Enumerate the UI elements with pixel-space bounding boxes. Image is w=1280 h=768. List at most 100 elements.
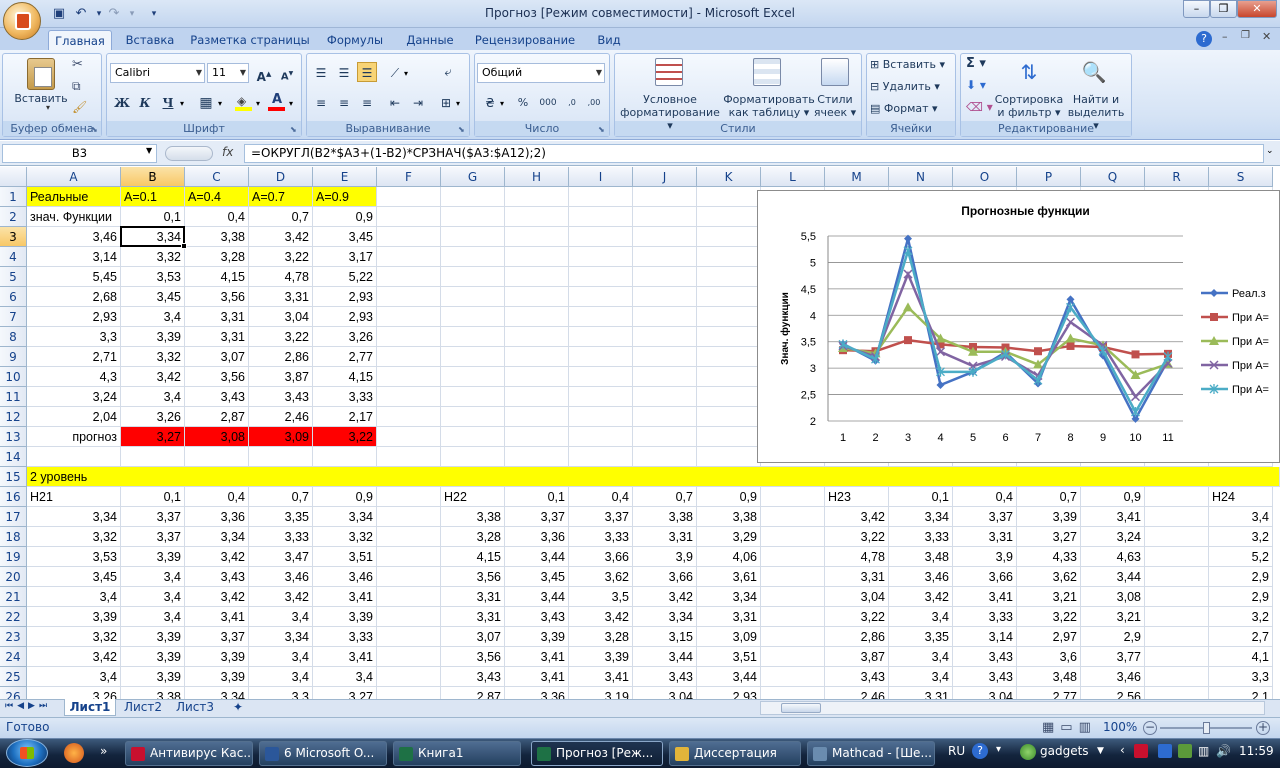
grid-cell[interactable] bbox=[569, 207, 633, 227]
grid-cell[interactable] bbox=[377, 227, 441, 247]
cell-b9[interactable]: 3,32 bbox=[121, 347, 185, 367]
cell-g24[interactable]: 3,56 bbox=[441, 647, 505, 667]
cell-o24[interactable]: 3,43 bbox=[953, 647, 1017, 667]
cell-e10[interactable]: 4,15 bbox=[313, 367, 377, 387]
grid-cell[interactable] bbox=[441, 327, 505, 347]
cell-n24[interactable]: 3,4 bbox=[889, 647, 953, 667]
cell-b16[interactable]: 0,1 bbox=[121, 487, 185, 507]
cell-e24[interactable]: 3,41 bbox=[313, 647, 377, 667]
cell-d10[interactable]: 3,87 bbox=[249, 367, 313, 387]
cell-a12[interactable]: 2,04 bbox=[27, 407, 121, 427]
grid-cell[interactable] bbox=[633, 327, 697, 347]
grid-cell[interactable] bbox=[1145, 487, 1209, 507]
paste-button-label[interactable]: Вставить bbox=[10, 92, 72, 105]
row-header-7[interactable]: 7 bbox=[0, 307, 27, 327]
cell-n17[interactable]: 3,34 bbox=[889, 507, 953, 527]
grid-cell[interactable] bbox=[569, 367, 633, 387]
grid-cell[interactable] bbox=[569, 347, 633, 367]
grid-cell[interactable] bbox=[441, 447, 505, 467]
cell-p24[interactable]: 3,6 bbox=[1017, 647, 1081, 667]
cell-d7[interactable]: 3,04 bbox=[249, 307, 313, 327]
kaspersky-tray-icon[interactable] bbox=[1134, 744, 1148, 758]
number-format-combo[interactable]: Общий ▼ bbox=[477, 63, 605, 83]
sort-filter-icon[interactable]: ⇅ bbox=[1015, 58, 1043, 86]
cell-e21[interactable]: 3,41 bbox=[313, 587, 377, 607]
cell-i19[interactable]: 3,66 bbox=[569, 547, 633, 567]
taskbar-item-dissertation[interactable]: Диссертация bbox=[669, 741, 801, 766]
cell-a24[interactable]: 3,42 bbox=[27, 647, 121, 667]
cell-a20[interactable]: 3,45 bbox=[27, 567, 121, 587]
orientation-icon[interactable]: ⟋ bbox=[385, 62, 405, 82]
currency-icon[interactable]: ₴ bbox=[480, 92, 500, 112]
zoom-out-icon[interactable]: − bbox=[1143, 721, 1157, 735]
cell-e19[interactable]: 3,51 bbox=[313, 547, 377, 567]
conditional-formatting-icon[interactable] bbox=[655, 58, 683, 86]
cell-e20[interactable]: 3,46 bbox=[313, 567, 377, 587]
grid-cell[interactable] bbox=[1145, 527, 1209, 547]
cell-b5[interactable]: 3,53 bbox=[121, 267, 185, 287]
zoom-slider-thumb[interactable] bbox=[1203, 722, 1210, 734]
cell-e26[interactable]: 3,27 bbox=[313, 687, 377, 699]
grid-cell[interactable] bbox=[569, 247, 633, 267]
restore-button[interactable]: ❐ bbox=[1210, 0, 1237, 18]
cell-s16[interactable]: H24 bbox=[1209, 487, 1273, 507]
decrease-indent-icon[interactable]: ⇤ bbox=[385, 92, 405, 112]
grid-cell[interactable] bbox=[377, 507, 441, 527]
cell-o16[interactable]: 0,4 bbox=[953, 487, 1017, 507]
grid-cell[interactable] bbox=[441, 227, 505, 247]
formula-bar-expand-handle[interactable] bbox=[165, 146, 213, 161]
column-header-d[interactable]: D bbox=[249, 167, 313, 187]
cell-q18[interactable]: 3,24 bbox=[1081, 527, 1145, 547]
find-select-label-1[interactable]: Найти и bbox=[1066, 93, 1126, 106]
cell-c16[interactable]: 0,4 bbox=[185, 487, 249, 507]
grid-cell[interactable] bbox=[505, 187, 569, 207]
cell-e4[interactable]: 3,17 bbox=[313, 247, 377, 267]
cell-g16[interactable]: H22 bbox=[441, 487, 505, 507]
cell-d20[interactable]: 3,46 bbox=[249, 567, 313, 587]
cell-a26[interactable]: 3,26 bbox=[27, 687, 121, 699]
cell-b17[interactable]: 3,37 bbox=[121, 507, 185, 527]
tray-app-icon-2[interactable] bbox=[1178, 744, 1192, 758]
cell-e9[interactable]: 2,77 bbox=[313, 347, 377, 367]
cell-a18[interactable]: 3,32 bbox=[27, 527, 121, 547]
grid-cell[interactable] bbox=[377, 547, 441, 567]
cell-c3[interactable]: 3,38 bbox=[185, 227, 249, 247]
cell-n19[interactable]: 3,48 bbox=[889, 547, 953, 567]
row-header-15[interactable]: 15 bbox=[0, 467, 27, 487]
cell-p17[interactable]: 3,39 bbox=[1017, 507, 1081, 527]
cell-k22[interactable]: 3,31 bbox=[697, 607, 761, 627]
cell-m23[interactable]: 2,86 bbox=[825, 627, 889, 647]
row-header-13[interactable]: 13 bbox=[0, 427, 27, 447]
cell-e2[interactable]: 0,9 bbox=[313, 207, 377, 227]
grid-cell[interactable] bbox=[633, 407, 697, 427]
grid-cell[interactable] bbox=[1145, 667, 1209, 687]
cell-s23[interactable]: 2,7 bbox=[1209, 627, 1273, 647]
cell-o20[interactable]: 3,66 bbox=[953, 567, 1017, 587]
cell-m20[interactable]: 3,31 bbox=[825, 567, 889, 587]
cell-s20[interactable]: 2,9 bbox=[1209, 567, 1273, 587]
cell-j20[interactable]: 3,66 bbox=[633, 567, 697, 587]
grid-cell[interactable] bbox=[377, 387, 441, 407]
grid-cell[interactable] bbox=[569, 427, 633, 447]
cut-icon[interactable]: ✂ bbox=[72, 57, 83, 72]
cell-c24[interactable]: 3,39 bbox=[185, 647, 249, 667]
sheet-nav-icons[interactable]: ⏮◀▶⏭ bbox=[5, 701, 51, 711]
cell-e3[interactable]: 3,45 bbox=[313, 227, 377, 247]
taskbar-item-antivirus[interactable]: Антивирус Кас... bbox=[125, 741, 253, 766]
cell-b4[interactable]: 3,32 bbox=[121, 247, 185, 267]
chart[interactable]: Прогнозные функции Знач. функции 5,5 5 4,5 4 3… bbox=[757, 190, 1280, 463]
column-header-o[interactable]: O bbox=[953, 167, 1017, 187]
row-header-19[interactable]: 19 bbox=[0, 547, 27, 567]
cell-m16[interactable]: H23 bbox=[825, 487, 889, 507]
grid-cell[interactable] bbox=[697, 327, 761, 347]
cell-p23[interactable]: 2,97 bbox=[1017, 627, 1081, 647]
cell-c12[interactable]: 2,87 bbox=[185, 407, 249, 427]
cell-n21[interactable]: 3,42 bbox=[889, 587, 953, 607]
cell-q24[interactable]: 3,77 bbox=[1081, 647, 1145, 667]
row-header-20[interactable]: 20 bbox=[0, 567, 27, 587]
row-header-26[interactable]: 26 bbox=[0, 687, 27, 699]
cell-s19[interactable]: 5,2 bbox=[1209, 547, 1273, 567]
cell-c19[interactable]: 3,42 bbox=[185, 547, 249, 567]
taskbar-item-book1[interactable]: Книга1 bbox=[393, 741, 521, 766]
grid-cell[interactable] bbox=[633, 207, 697, 227]
